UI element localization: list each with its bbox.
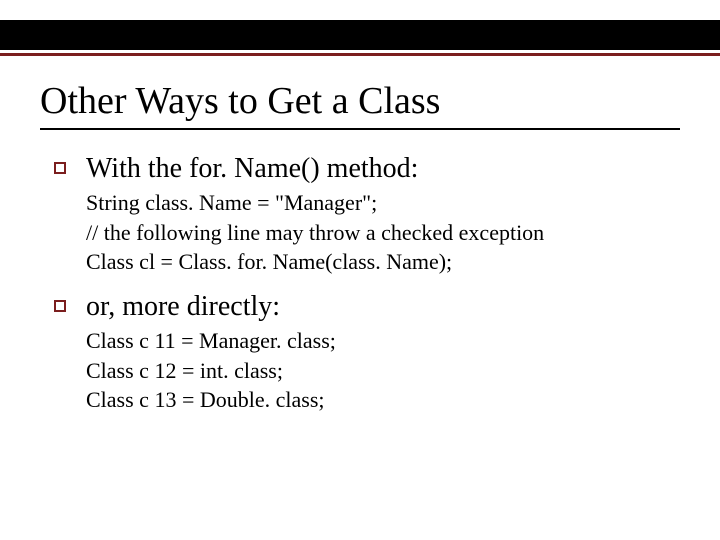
bullet-block: With the for. Name() method: String clas… [54,152,680,276]
bullet-level1: With the for. Name() method: [54,152,680,186]
bullet-level2: String class. Name = "Manager"; [54,189,680,217]
slide-title: Other Ways to Get a Class [40,80,680,124]
bullet-level2: // the following line may throw a checke… [54,219,680,247]
bullet-level2: Class c 13 = Double. class; [54,386,680,414]
bullet-level2: Class c 11 = Manager. class; [54,327,680,355]
title-bar-decoration [0,20,720,50]
slide: Other Ways to Get a Class With the for. … [0,0,720,540]
bullet-level2: Class c 12 = int. class; [54,357,680,385]
bullet-level2: Class cl = Class. for. Name(class. Name)… [54,248,680,276]
title-container: Other Ways to Get a Class [40,80,680,130]
content-area: With the for. Name() method: String clas… [40,152,680,414]
bullet-block: or, more directly: Class c 11 = Manager.… [54,290,680,414]
bullet-level1: or, more directly: [54,290,680,324]
